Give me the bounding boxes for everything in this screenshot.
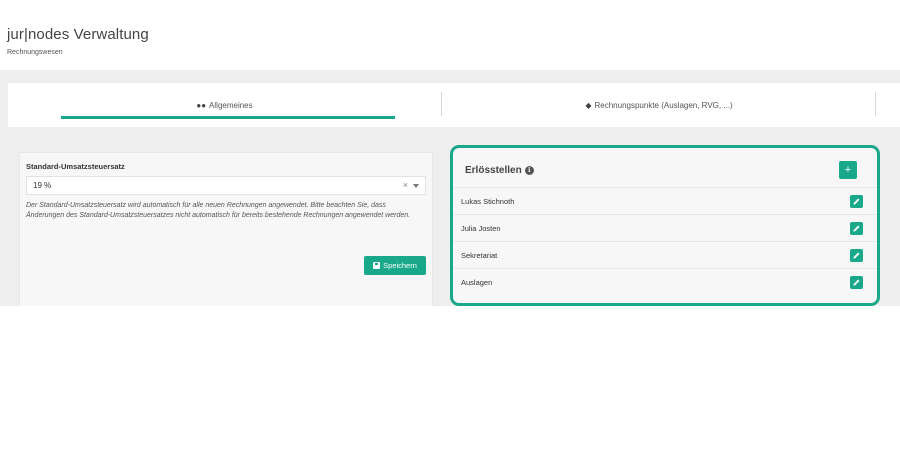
pencil-icon bbox=[853, 225, 860, 232]
save-button-label: Speichern bbox=[383, 261, 417, 270]
users-icon: ●● bbox=[196, 100, 207, 110]
edit-button[interactable] bbox=[850, 195, 863, 208]
revenue-center-name: Julia Josten bbox=[461, 223, 501, 233]
tab-label: Allgemeines bbox=[209, 100, 253, 110]
vat-field-label: Standard-Umsatzsteuersatz bbox=[26, 162, 125, 171]
save-button[interactable]: Speichern bbox=[364, 256, 426, 275]
tab-label: Rechnungspunkte (Auslagen, RVG, ...) bbox=[594, 100, 733, 110]
list-item: Auslagen bbox=[453, 268, 877, 295]
tab-rechnungspunkte[interactable]: ◆ Rechnungspunkte (Auslagen, RVG, ...) bbox=[442, 83, 876, 127]
vat-select[interactable]: 19 % × bbox=[26, 176, 426, 195]
revenue-centers-title-text: Erlösstellen bbox=[465, 165, 522, 176]
chevron-down-icon[interactable] bbox=[413, 184, 419, 188]
revenue-center-name: Lukas Stichnoth bbox=[461, 196, 515, 206]
tab-bar: ●● Allgemeines ◆ Rechnungspunkte (Auslag… bbox=[8, 83, 900, 127]
active-tab-indicator bbox=[61, 116, 395, 119]
tab-allgemeines[interactable]: ●● Allgemeines bbox=[8, 83, 441, 127]
vat-hint-text: Der Standard-Umsatzsteuersatz wird autom… bbox=[26, 202, 411, 219]
list-item: Lukas Stichnoth bbox=[453, 187, 877, 214]
revenue-centers-list: Lukas Stichnoth Julia Josten Sekretariat… bbox=[453, 187, 877, 295]
revenue-center-name: Auslagen bbox=[461, 277, 493, 287]
save-icon bbox=[373, 262, 381, 269]
revenue-center-name: Sekretariat bbox=[461, 250, 498, 260]
pencil-icon bbox=[853, 279, 860, 286]
pencil-icon bbox=[853, 252, 860, 259]
add-revenue-center-button[interactable]: + bbox=[839, 161, 857, 179]
pencil-icon bbox=[853, 198, 860, 205]
revenue-centers-header: Erlösstellen i + bbox=[453, 148, 877, 187]
edit-button[interactable] bbox=[850, 276, 863, 289]
app-title: jur|nodes Verwaltung bbox=[7, 26, 149, 43]
cubes-icon: ◆ bbox=[585, 100, 592, 110]
tab-divider bbox=[875, 92, 876, 116]
info-icon[interactable]: i bbox=[524, 166, 534, 175]
clear-icon[interactable]: × bbox=[403, 180, 408, 190]
edit-button[interactable] bbox=[850, 222, 863, 235]
list-item: Sekretariat bbox=[453, 241, 877, 268]
vat-select-value: 19 % bbox=[33, 181, 52, 190]
page-subtitle: Rechnungswesen bbox=[7, 49, 63, 56]
revenue-centers-title: Erlösstellen i bbox=[465, 165, 534, 176]
edit-button[interactable] bbox=[850, 249, 863, 262]
list-item: Julia Josten bbox=[453, 214, 877, 241]
vat-settings-panel: Standard-Umsatzsteuersatz 19 % × Der Sta… bbox=[19, 152, 433, 306]
revenue-centers-panel: Erlösstellen i + Lukas Stichnoth Julia J… bbox=[450, 145, 880, 306]
